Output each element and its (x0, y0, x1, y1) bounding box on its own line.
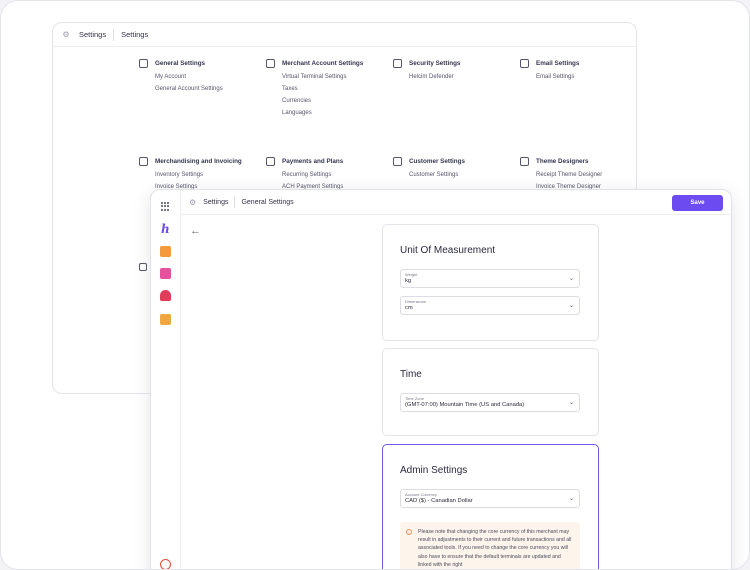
category-title: Payments and Plans (282, 158, 344, 165)
back-arrow-icon[interactable]: ← (190, 225, 201, 237)
person-icon (393, 157, 402, 166)
account-currency-select[interactable]: Account Currency CAD ($) - Canadian Doll… (400, 489, 580, 508)
category-security-settings: Security Settings Helcim Defender (393, 59, 460, 80)
settings-link[interactable]: Helcim Defender (409, 74, 460, 80)
breadcrumb-item: Settings (121, 30, 149, 39)
category-general-settings: General Settings My Account General Acco… (139, 59, 223, 92)
settings-link[interactable]: Email Settings (536, 74, 579, 80)
settings-link[interactable]: Languages (282, 110, 363, 116)
field-label: Account Currency (405, 492, 437, 497)
category-title: Merchant Account Settings (282, 60, 364, 67)
email-icon (520, 59, 529, 68)
apps-grid-icon[interactable] (161, 202, 170, 211)
screen-frame: ⚙ Settings Settings General Settings My … (0, 0, 750, 570)
settings-link[interactable]: Currencies (282, 98, 363, 104)
field-label: Dimensions (405, 299, 426, 304)
category-title: Security Settings (409, 60, 461, 67)
card-title: Time (400, 369, 422, 380)
time-zone-select[interactable]: Time Zone (GMT-07:00) Mountain Time (US … (400, 393, 580, 412)
category-title: Merchandising and Invoicing (155, 158, 242, 165)
notice-text: Please note that changing the core curre… (418, 529, 572, 568)
save-button[interactable]: Save (672, 195, 723, 211)
general-settings-window: h ⚙ Settings General Settings Save ← Uni… (150, 189, 732, 569)
settings-link[interactable]: Virtual Terminal Settings (282, 74, 363, 80)
card-icon (266, 157, 275, 166)
red-app-icon[interactable] (160, 290, 171, 301)
category-merchant-account-settings: Merchant Account Settings Virtual Termin… (266, 59, 363, 116)
currency-warning-notice: i Please note that changing the core cur… (400, 522, 580, 569)
settings-link[interactable]: Receipt Theme Designer (536, 172, 602, 178)
orange-app-icon[interactable] (160, 246, 171, 257)
category-title: Theme Designers (536, 158, 589, 165)
user-avatar-icon[interactable] (160, 559, 171, 569)
gear-icon (139, 59, 148, 68)
category-email-settings: Email Settings Email Settings (520, 59, 579, 80)
breadcrumb-item[interactable]: Settings (79, 30, 106, 39)
field-value: cm (405, 305, 413, 311)
breadcrumb-item: General Settings (241, 198, 294, 206)
field-value: CAD ($) - Canadian Dollar (405, 498, 473, 504)
settings-link[interactable]: Taxes (282, 86, 363, 92)
field-label: Time Zone (405, 396, 424, 401)
chevron-down-icon: ⌄ (568, 400, 574, 406)
store-icon (266, 59, 275, 68)
category-customer-settings: Customer Settings Customer Settings (393, 157, 465, 178)
helcim-logo-icon[interactable]: h (161, 222, 170, 236)
breadcrumb-divider (234, 196, 236, 208)
app-sidebar: h (151, 190, 181, 569)
settings-link[interactable]: Recurring Settings (282, 172, 343, 178)
weight-select[interactable]: Weight kg ⌄ (400, 269, 580, 288)
gear-icon: ⚙ (62, 29, 70, 39)
invoice-icon (139, 157, 148, 166)
yellow-app-icon[interactable] (160, 314, 171, 325)
dimensions-select[interactable]: Dimensions cm ⌄ (400, 296, 580, 315)
palette-icon (520, 157, 529, 166)
gear-icon: ⚙ (189, 197, 197, 207)
category-title: General Settings (155, 60, 206, 67)
settings-link[interactable]: Customer Settings (409, 172, 465, 178)
category-title: Customer Settings (409, 158, 465, 165)
pink-app-icon[interactable] (160, 268, 171, 279)
card-title: Unit Of Measurement (400, 245, 496, 256)
breadcrumb-divider (113, 28, 115, 41)
settings-overview-header: ⚙ Settings Settings (53, 23, 636, 47)
category-title: Email Settings (536, 60, 580, 67)
category-merchandising-invoicing: Merchandising and Invoicing Inventory Se… (139, 157, 242, 190)
category-theme-designers: Theme Designers Receipt Theme Designer I… (520, 157, 602, 190)
time-card: Time Time Zone (GMT-07:00) Mountain Time… (382, 348, 599, 436)
admin-settings-card: Admin Settings Account Currency CAD ($) … (382, 444, 599, 569)
field-value: kg (405, 278, 412, 284)
general-settings-header: ⚙ Settings General Settings (181, 190, 731, 215)
category-payments-plans: Payments and Plans Recurring Settings AC… (266, 157, 343, 190)
field-value: (GMT-07:00) Mountain Time (US and Canada… (405, 402, 525, 408)
settings-link[interactable]: My Account (155, 74, 223, 80)
settings-link[interactable]: Inventory Settings (155, 172, 242, 178)
chevron-down-icon: ⌄ (568, 496, 574, 502)
info-icon: i (406, 529, 412, 535)
document-icon (139, 263, 147, 271)
field-label: Weight (405, 272, 418, 277)
breadcrumb-item[interactable]: Settings (203, 199, 228, 206)
chevron-down-icon: ⌄ (568, 303, 574, 309)
user-shield-icon (393, 59, 402, 68)
card-title: Admin Settings (400, 465, 468, 476)
settings-link[interactable]: General Account Settings (155, 86, 223, 92)
unit-of-measurement-card: Unit Of Measurement Weight kg ⌄ Dimensio… (382, 224, 599, 341)
chevron-down-icon: ⌄ (568, 276, 574, 282)
